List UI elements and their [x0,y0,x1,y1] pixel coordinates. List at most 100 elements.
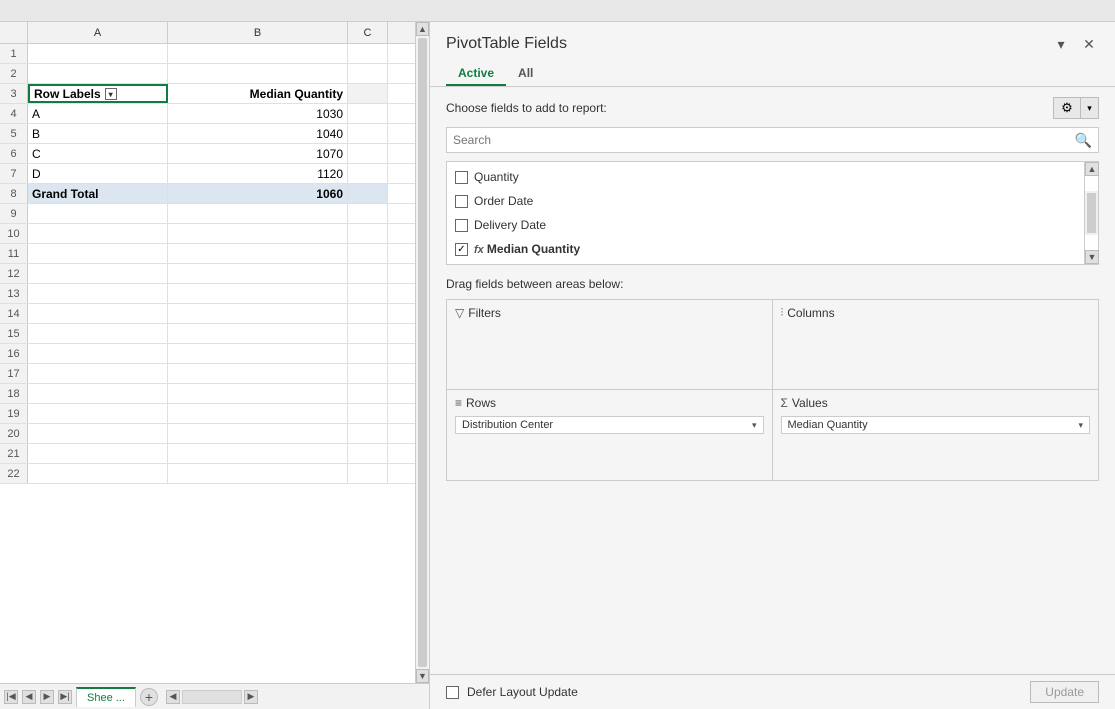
tab-nav-first[interactable]: |◀ [4,690,18,704]
cell-c[interactable] [348,204,388,223]
cell-c[interactable] [348,184,388,203]
cell-b[interactable]: Median Quantity [168,84,348,103]
field-checkbox[interactable] [455,219,468,232]
cell-c[interactable] [348,464,388,483]
table-row[interactable]: 14 [0,304,415,324]
cell-c[interactable] [348,144,388,163]
table-row[interactable]: 5B1040 [0,124,415,144]
cell-b[interactable] [168,404,348,423]
tab-all[interactable]: All [506,62,545,86]
table-row[interactable]: 4A1030 [0,104,415,124]
cell-b[interactable] [168,284,348,303]
add-sheet-btn[interactable]: + [140,688,158,706]
defer-checkbox[interactable] [446,686,459,699]
table-row[interactable]: 2 [0,64,415,84]
cell-a[interactable] [28,64,168,83]
cell-a[interactable] [28,324,168,343]
tab-nav-last[interactable]: ▶| [58,690,72,704]
table-row[interactable]: 19 [0,404,415,424]
field-checkbox[interactable]: ✓ [455,243,468,256]
h-scroll-track[interactable] [182,690,242,704]
table-row[interactable]: 3Row Labels▾Median Quantity [0,84,415,104]
distribution-center-chip-dropdown[interactable]: ▾ [752,420,757,431]
gear-dropdown-btn[interactable]: ▾ [1081,97,1099,119]
cell-c[interactable] [348,384,388,403]
cell-a[interactable] [28,364,168,383]
table-row[interactable]: 16 [0,344,415,364]
cell-c[interactable] [348,84,388,103]
cell-a[interactable] [28,404,168,423]
table-row[interactable]: 6C1070 [0,144,415,164]
cell-c[interactable] [348,304,388,323]
cell-b[interactable]: 1070 [168,144,348,163]
table-row[interactable]: 22 [0,464,415,484]
median-quantity-chip[interactable]: Median Quantity ▾ [781,416,1091,434]
fields-scroll-up[interactable]: ▲ [1085,162,1099,176]
cell-c[interactable] [348,324,388,343]
table-row[interactable]: 21 [0,444,415,464]
col-header-b[interactable]: B [168,22,348,43]
vertical-scrollbar[interactable]: ▲ ▼ [415,22,429,683]
cell-a[interactable]: A [28,104,168,123]
table-row[interactable]: 17 [0,364,415,384]
tab-active[interactable]: Active [446,62,506,86]
cell-a[interactable] [28,284,168,303]
search-input[interactable] [453,133,1071,147]
field-item[interactable]: Delivery Date [455,216,1090,234]
cell-a[interactable] [28,224,168,243]
cell-b[interactable] [168,44,348,63]
h-scroll-left[interactable]: ◀ [166,690,180,704]
row-labels-dropdown[interactable]: ▾ [105,88,117,100]
cell-c[interactable] [348,264,388,283]
table-row[interactable]: 10 [0,224,415,244]
fields-scrollbar[interactable]: ▲ ▼ [1084,162,1098,264]
cell-c[interactable] [348,404,388,423]
cell-a[interactable] [28,384,168,403]
table-row[interactable]: 9 [0,204,415,224]
gear-btn[interactable]: ⚙ [1053,97,1081,119]
cell-b[interactable] [168,384,348,403]
cell-a[interactable]: D [28,164,168,183]
col-header-a[interactable]: A [28,22,168,43]
fields-scroll-down[interactable]: ▼ [1085,250,1099,264]
cell-b[interactable] [168,204,348,223]
cell-b[interactable] [168,304,348,323]
cell-b[interactable] [168,364,348,383]
cell-b[interactable] [168,64,348,83]
scroll-up-btn[interactable]: ▲ [416,22,429,36]
h-scroll-right[interactable]: ▶ [244,690,258,704]
cell-b[interactable]: 1030 [168,104,348,123]
field-checkbox[interactable] [455,195,468,208]
col-header-c[interactable]: C [348,22,388,43]
field-item[interactable]: Quantity [455,168,1090,186]
cell-a[interactable]: C [28,144,168,163]
cell-a[interactable]: B [28,124,168,143]
cell-b[interactable] [168,224,348,243]
cell-c[interactable] [348,444,388,463]
cell-c[interactable] [348,124,388,143]
cell-a[interactable] [28,424,168,443]
cell-b[interactable] [168,324,348,343]
cell-b[interactable]: 1060 [168,184,348,203]
cell-c[interactable] [348,64,388,83]
cell-c[interactable] [348,244,388,263]
cell-a[interactable]: Grand Total [28,184,168,203]
pivot-dropdown-icon[interactable]: ▾ [1051,34,1071,54]
table-row[interactable]: 12 [0,264,415,284]
table-row[interactable]: 20 [0,424,415,444]
update-btn[interactable]: Update [1030,681,1099,703]
cell-b[interactable] [168,464,348,483]
cell-c[interactable] [348,424,388,443]
cell-c[interactable] [348,44,388,63]
cell-c[interactable] [348,284,388,303]
table-row[interactable]: 8Grand Total1060 [0,184,415,204]
field-checkbox[interactable] [455,171,468,184]
cell-b[interactable] [168,424,348,443]
cell-b[interactable] [168,264,348,283]
cell-c[interactable] [348,104,388,123]
pivot-close-icon[interactable]: ✕ [1079,34,1099,54]
table-row[interactable]: 18 [0,384,415,404]
cell-c[interactable] [348,364,388,383]
cell-c[interactable] [348,344,388,363]
cell-b[interactable] [168,344,348,363]
